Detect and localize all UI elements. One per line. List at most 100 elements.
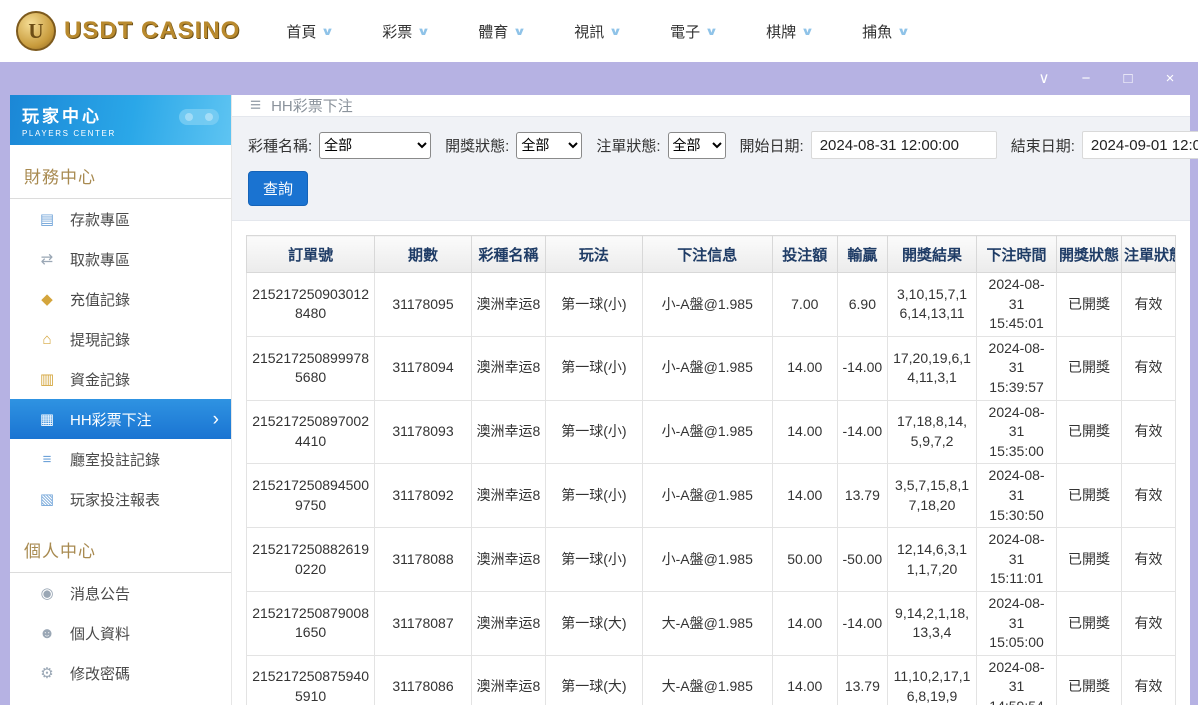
chevron-down-icon: ∨ bbox=[704, 25, 719, 38]
lottery-bet-icon: ▦ bbox=[39, 411, 55, 428]
sidebar-item[interactable]: ⚙ 修改密碼 bbox=[10, 653, 231, 693]
lottery-name-filter: 彩種名稱: 全部 bbox=[248, 131, 432, 159]
cell-play-type: 第一球(小) bbox=[545, 272, 643, 337]
profile-icon: ☻ bbox=[39, 624, 55, 642]
sidebar-item[interactable]: ▧ 玩家投注報表 bbox=[10, 479, 231, 519]
cell-lottery-name: 澳洲幸运8 bbox=[470, 399, 547, 465]
cell-period: 31178086 bbox=[374, 654, 472, 705]
table-header: 訂單號期數彩種名稱玩法下注信息投注額輸贏開獎結果下注時間開獎狀態注單狀態 bbox=[245, 235, 1176, 273]
cell-order-status: 有效 bbox=[1121, 654, 1176, 705]
cell-draw-result: 11,10,2,17,16,8,19,9 bbox=[886, 654, 978, 705]
cell-win-loss: -14.00 bbox=[836, 399, 888, 465]
sidebar-item[interactable]: ▦ HH彩票下注 › bbox=[10, 399, 231, 439]
table-body: 2152172509030128480 31178095 澳洲幸运8 第一球(小) 小-… bbox=[245, 272, 1176, 705]
window-maximize-button[interactable]: □ bbox=[1120, 71, 1136, 86]
window-collapse-button[interactable]: ∨ bbox=[1036, 71, 1052, 86]
cell-draw-status: 已開獎 bbox=[1055, 590, 1123, 656]
column-header: 投注額 bbox=[771, 235, 838, 273]
nav-item[interactable]: 彩票 ∨ bbox=[382, 21, 430, 42]
cell-order-no: 2152172508945009750 bbox=[245, 463, 376, 529]
cell-bet-amount: 14.00 bbox=[771, 335, 838, 401]
logo-text: USDT CASINO bbox=[64, 17, 241, 44]
lottery-name-label: 彩種名稱: bbox=[248, 137, 313, 155]
cell-order-status: 有效 bbox=[1121, 590, 1176, 656]
start-date-input[interactable] bbox=[810, 131, 997, 159]
chevron-down-icon: ∨ bbox=[321, 25, 335, 38]
site-logo[interactable]: U USDT CASINO bbox=[16, 11, 240, 51]
cell-order-status: 有效 bbox=[1121, 527, 1176, 592]
column-header: 訂單號 bbox=[245, 235, 376, 273]
cell-win-loss: 6.90 bbox=[836, 272, 888, 337]
cell-win-loss: -14.00 bbox=[836, 590, 888, 656]
deposit-icon: ▤ bbox=[39, 211, 55, 228]
cell-bet-amount: 14.00 bbox=[771, 590, 838, 656]
menu-icon[interactable]: ≡ bbox=[250, 96, 261, 115]
cell-bet-time: 2024-08-31 15:45:01 bbox=[976, 272, 1057, 337]
cell-bet-amount: 50.00 bbox=[771, 527, 838, 592]
cell-bet-time: 2024-08-31 14:59:54 bbox=[976, 654, 1057, 705]
sidebar-item-label: 充值記錄 bbox=[70, 291, 131, 309]
nav-item[interactable]: 首頁 ∨ bbox=[286, 21, 335, 42]
chevron-down-icon: ∨ bbox=[608, 25, 623, 38]
nav-menu: 首頁 ∨ 彩票 ∨ 體育 ∨ 視訊 ∨ 電子 ∨ 棋牌 ∨ 捕魚 ∨ bbox=[286, 21, 911, 42]
window-close-button[interactable]: × bbox=[1162, 71, 1178, 86]
table-row: 2152172508945009750 31178092 澳洲幸运8 第一球(小) 小-… bbox=[245, 463, 1176, 529]
sidebar-item[interactable]: ◉ 消息公告 bbox=[10, 573, 231, 613]
end-date-filter: 結束日期: bbox=[1011, 131, 1198, 159]
window-controls: ∨ − □ × bbox=[1036, 71, 1178, 86]
query-button[interactable]: 查詢 bbox=[248, 171, 309, 206]
sidebar-item[interactable]: ▤ 存款專區 bbox=[10, 199, 231, 239]
cell-win-loss: 13.79 bbox=[836, 463, 888, 529]
cell-period: 31178095 bbox=[374, 272, 472, 337]
cell-draw-result: 17,18,8,14,5,9,7,2 bbox=[886, 399, 978, 465]
start-date-label: 開始日期: bbox=[739, 137, 804, 155]
sidebar-item-label: 修改密碼 bbox=[70, 665, 131, 683]
cell-bet-info: 大-A盤@1.985 bbox=[641, 590, 773, 656]
sidebar-item[interactable]: ☻ 個人資料 bbox=[10, 613, 231, 653]
cell-lottery-name: 澳洲幸运8 bbox=[470, 527, 547, 592]
cell-period: 31178094 bbox=[374, 335, 472, 401]
nav-item[interactable]: 視訊 ∨ bbox=[574, 21, 623, 42]
lottery-name-select[interactable]: 全部 bbox=[319, 131, 432, 159]
nav-item[interactable]: 棋牌 ∨ bbox=[766, 21, 814, 42]
sidebar-item-label: 存款專區 bbox=[70, 211, 131, 229]
cell-draw-result: 17,20,19,6,14,11,3,1 bbox=[886, 335, 978, 401]
withdrawal-record-icon: ⌂ bbox=[42, 330, 52, 348]
sidebar-item[interactable]: ≡ 廳室投註記錄 bbox=[10, 439, 231, 479]
nav-item[interactable]: 電子 ∨ bbox=[670, 21, 719, 42]
cell-bet-time: 2024-08-31 15:39:57 bbox=[976, 335, 1057, 401]
window-body: 玩家中心 PLAYERS CENTER 財務中心 ▤ 存款專區 ⇄ 取款專區 ◆ 充值記錄 ⌂… bbox=[10, 95, 1198, 705]
nav-item-label: 視訊 bbox=[574, 23, 605, 41]
sidebar-item[interactable]: ◆ 充值記錄 bbox=[10, 279, 231, 319]
table-row: 2152172508970024410 31178093 澳洲幸运8 第一球(小) 小-… bbox=[245, 399, 1176, 465]
top-navbar: U USDT CASINO 首頁 ∨ 彩票 ∨ 體育 ∨ 視訊 ∨ 電子 ∨ 棋牌 ∨ 捕魚 ∨ bbox=[0, 0, 1198, 62]
sidebar-item[interactable]: ⌂ 提現記錄 bbox=[10, 319, 231, 359]
draw-status-select[interactable]: 全部 bbox=[516, 131, 583, 159]
nav-item[interactable]: 體育 ∨ bbox=[478, 21, 526, 42]
window-minimize-button[interactable]: − bbox=[1078, 71, 1094, 86]
end-date-input[interactable] bbox=[1081, 131, 1198, 159]
breadcrumb: ≡ HH彩票下注 bbox=[232, 95, 1190, 116]
sidebar-item[interactable]: ▥ 資金記錄 bbox=[10, 359, 231, 399]
sidebar-section-header: 財務中心 bbox=[10, 157, 231, 199]
cell-draw-result: 3,5,7,15,8,17,18,20 bbox=[886, 463, 978, 529]
cell-bet-amount: 14.00 bbox=[771, 399, 838, 465]
order-status-select[interactable]: 全部 bbox=[667, 131, 726, 159]
cell-order-no: 2152172508970024410 bbox=[245, 399, 376, 465]
cell-bet-info: 小-A盤@1.985 bbox=[641, 527, 773, 592]
sidebar-item[interactable]: ⇄ 取款專區 bbox=[10, 239, 231, 279]
chevron-down-icon: ∨ bbox=[896, 25, 911, 38]
cell-bet-amount: 14.00 bbox=[771, 463, 838, 529]
gamepad-icon bbox=[179, 109, 219, 125]
nav-item-label: 彩票 bbox=[382, 23, 413, 41]
cell-win-loss: 13.79 bbox=[836, 654, 888, 705]
draw-status-label: 開獎狀態: bbox=[445, 137, 510, 155]
logo-coin-letter: U bbox=[28, 18, 44, 43]
column-header: 下注信息 bbox=[641, 235, 773, 273]
cell-bet-amount: 7.00 bbox=[771, 272, 838, 337]
cell-draw-status: 已開獎 bbox=[1055, 272, 1123, 337]
nav-item[interactable]: 捕魚 ∨ bbox=[862, 21, 911, 42]
cell-bet-time: 2024-08-31 15:30:50 bbox=[976, 463, 1057, 529]
cell-win-loss: -14.00 bbox=[836, 335, 888, 401]
sidebar-item-label: 取款專區 bbox=[70, 251, 131, 269]
